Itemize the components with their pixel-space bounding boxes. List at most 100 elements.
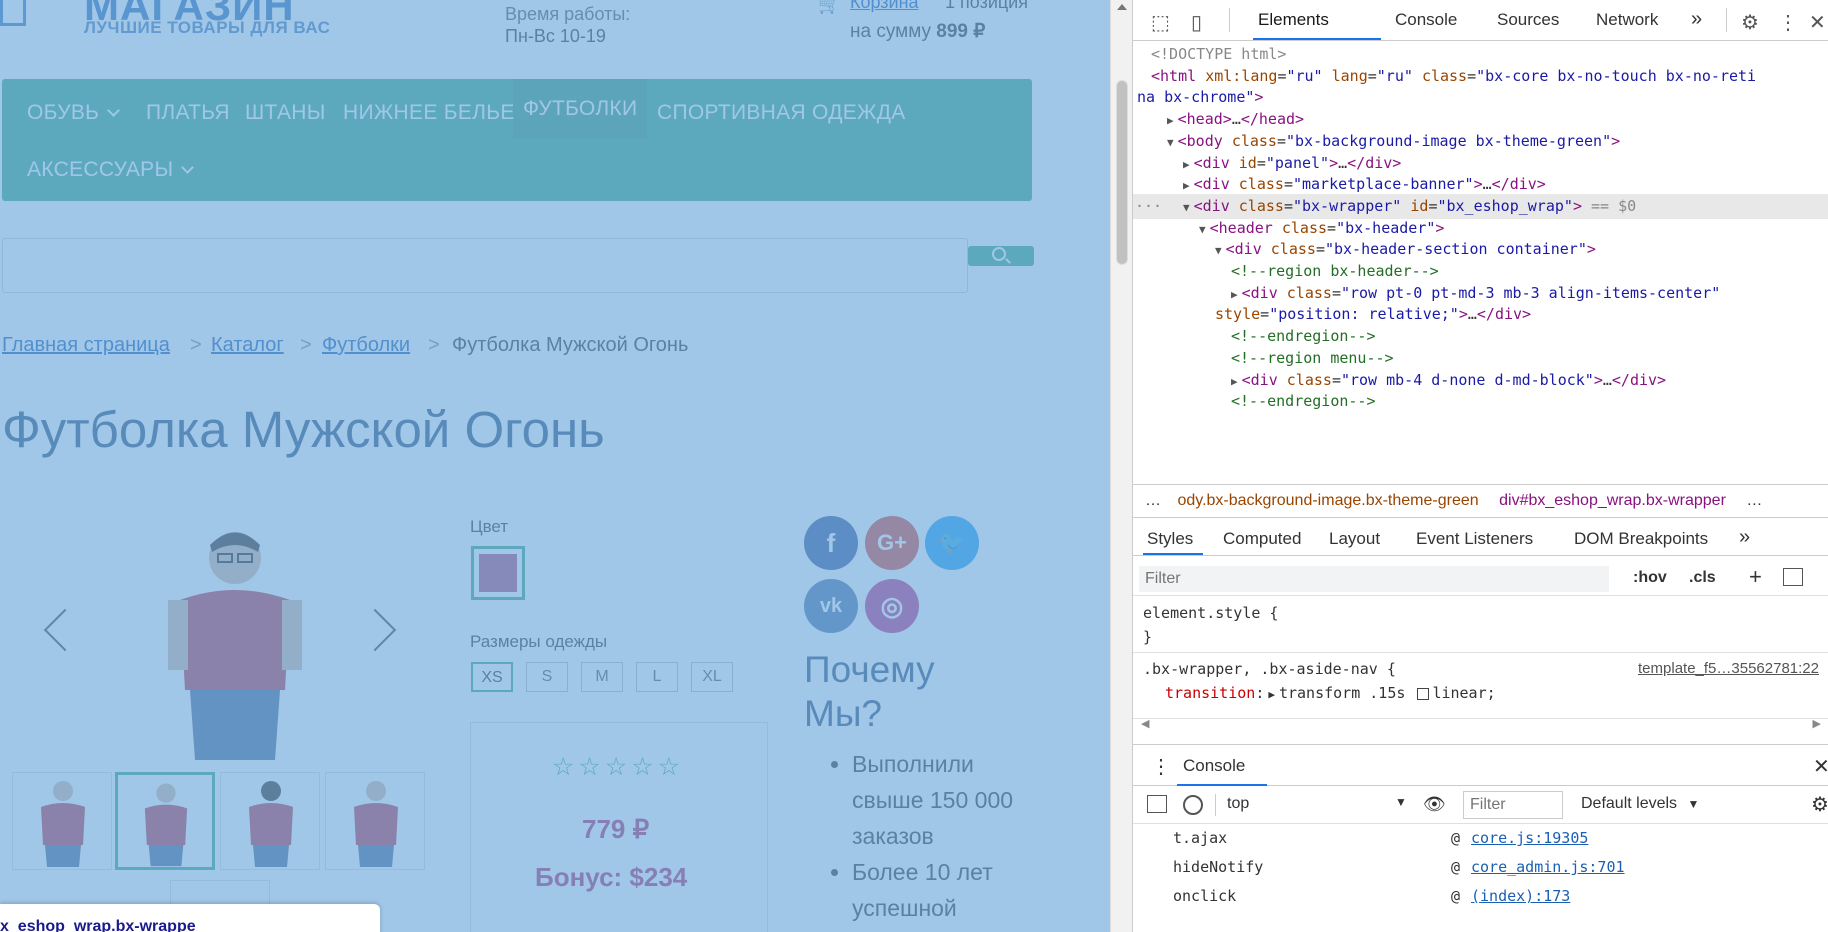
cart-icon[interactable]: 🛒 xyxy=(818,0,840,15)
expand-triangle-icon[interactable]: ▶ xyxy=(1231,288,1238,301)
styles-filter-input[interactable] xyxy=(1139,566,1609,592)
expand-triangle-icon[interactable]: ▶ xyxy=(1183,179,1190,192)
page-scrollbar[interactable] xyxy=(1110,0,1132,932)
more-options-icon[interactable]: ⋮ xyxy=(1778,10,1798,35)
expand-triangle-icon[interactable]: ▼ xyxy=(1183,201,1190,214)
expand-triangle-icon[interactable]: ▶ xyxy=(1268,688,1275,701)
devtools-panel: ⬚ ▯ Elements Console Sources Network » ⚙… xyxy=(1132,0,1828,932)
size-option-xl[interactable]: XL xyxy=(691,662,733,692)
size-option-m[interactable]: M xyxy=(581,662,623,692)
rating-stars[interactable]: ☆☆☆☆☆ xyxy=(552,752,684,782)
rule-declaration[interactable]: transition: ▶ transform .15s linear; xyxy=(1165,684,1496,702)
scrollbar-thumb[interactable] xyxy=(1116,80,1128,265)
menu-item-tshirts[interactable]: ФУТБОЛКИ xyxy=(513,79,648,139)
gallery-thumbnail[interactable] xyxy=(325,772,425,870)
breadcrumb-catalog[interactable]: Каталог xyxy=(211,334,284,357)
context-select[interactable]: top ▼ xyxy=(1227,795,1407,813)
menu-item-accessories[interactable]: АКСЕССУАРЫ xyxy=(27,158,195,182)
clear-console-icon[interactable] xyxy=(1183,795,1203,815)
tab-network[interactable]: Network xyxy=(1596,10,1658,30)
inspect-element-icon[interactable]: ⬚ xyxy=(1151,10,1170,35)
stack-source-link[interactable]: core_admin.js:701 xyxy=(1471,853,1625,882)
size-label: Размеры одежды xyxy=(470,632,608,651)
google-plus-icon[interactable]: G+ xyxy=(865,516,919,570)
twitter-icon[interactable]: 🐦 xyxy=(925,516,979,570)
scroll-up-icon[interactable] xyxy=(1117,4,1127,10)
more-tabs-icon[interactable]: » xyxy=(1739,526,1750,549)
close-icon[interactable]: ✕ xyxy=(1809,10,1826,35)
tab-elements[interactable]: Elements xyxy=(1258,10,1329,30)
chevron-down-icon xyxy=(181,161,195,174)
expand-triangle-icon[interactable]: ▼ xyxy=(1215,244,1222,257)
expand-triangle-icon[interactable]: ▶ xyxy=(1183,158,1190,171)
stack-source-link[interactable]: (index):173 xyxy=(1471,882,1570,911)
rule-selector[interactable]: .bx-wrapper, .bx-aside-nav { xyxy=(1143,660,1396,678)
color-label: Цвет xyxy=(470,517,509,536)
gear-icon[interactable]: ⚙ xyxy=(1811,792,1828,817)
size-option-s[interactable]: S xyxy=(526,662,568,692)
toggle-sidebar-icon[interactable] xyxy=(1783,568,1803,586)
tab-layout[interactable]: Layout xyxy=(1329,529,1380,549)
search-button[interactable] xyxy=(968,246,1034,266)
close-icon[interactable]: ✕ xyxy=(1813,754,1828,779)
menu-item-sportswear[interactable]: СПОРТИВНАЯ ОДЕЖДА xyxy=(657,101,906,125)
menu-item-pants[interactable]: ШТАНЫ xyxy=(245,101,326,125)
gallery-prev-icon[interactable] xyxy=(43,608,87,652)
cart-link[interactable]: Корзина xyxy=(850,0,919,13)
sidebar-toggle-icon[interactable] xyxy=(1147,795,1167,813)
expand-triangle-icon[interactable]: ▶ xyxy=(1231,375,1238,388)
menu-item-dresses[interactable]: ПЛАТЬЯ xyxy=(146,101,230,125)
gallery-next-icon[interactable] xyxy=(353,608,397,652)
element-style-selector[interactable]: element.style { xyxy=(1143,604,1278,622)
tab-event-listeners[interactable]: Event Listeners xyxy=(1416,529,1533,549)
tab-sources[interactable]: Sources xyxy=(1497,10,1559,30)
menu-item-shoes[interactable]: ОБУВЬ xyxy=(27,101,121,125)
gear-icon[interactable]: ⚙ xyxy=(1741,10,1759,35)
breadcrumb-body[interactable]: ody.bx-background-image.bx-theme-green xyxy=(1177,492,1478,509)
hov-toggle[interactable]: :hov xyxy=(1633,569,1667,587)
log-levels-select[interactable]: Default levels ▼ xyxy=(1581,795,1699,813)
console-filter-input[interactable] xyxy=(1463,791,1563,819)
color-swatch[interactable] xyxy=(471,546,525,600)
styles-hscrollbar[interactable]: ◀ ▶ xyxy=(1133,718,1828,732)
easing-editor-icon[interactable] xyxy=(1417,687,1430,700)
expand-triangle-icon[interactable]: ▶ xyxy=(1167,114,1174,127)
breadcrumb-more[interactable]: … xyxy=(1746,492,1762,509)
tab-dom-breakpoints[interactable]: DOM Breakpoints xyxy=(1574,529,1708,549)
tab-styles[interactable]: Styles xyxy=(1147,529,1193,549)
stack-function-name: onclick xyxy=(1173,887,1237,905)
tab-console[interactable]: Console xyxy=(1395,10,1457,30)
drawer-menu-icon[interactable]: ⋮ xyxy=(1151,754,1171,779)
gallery-thumbnail[interactable] xyxy=(220,772,320,870)
menu-item-underwear[interactable]: НИЖНЕЕ БЕЛЬЕ xyxy=(343,101,515,125)
search-input[interactable] xyxy=(2,238,968,293)
rule-source-link[interactable]: template_f5…35562781:22 xyxy=(1638,660,1819,677)
gallery-thumbnail[interactable] xyxy=(12,772,112,870)
breadcrumb-wrapper[interactable]: div#bx_eshop_wrap.bx-wrapper xyxy=(1499,492,1726,509)
vk-icon[interactable]: vk xyxy=(804,579,858,633)
dom-node-line[interactable]: <!--endregion--> xyxy=(1133,389,1828,414)
size-option-l[interactable]: L xyxy=(636,662,678,692)
cls-toggle[interactable]: .cls xyxy=(1689,569,1716,587)
breadcrumb-home[interactable]: Главная страница xyxy=(2,334,170,357)
devtools-toolbar: ⬚ ▯ Elements Console Sources Network » ⚙… xyxy=(1133,0,1828,41)
facebook-icon[interactable]: f xyxy=(804,516,858,570)
eye-icon[interactable]: 👁 xyxy=(1423,794,1446,815)
instagram-icon[interactable]: ◎ xyxy=(865,579,919,633)
tab-console-drawer[interactable]: Console xyxy=(1183,756,1245,776)
device-toolbar-icon[interactable]: ▯ xyxy=(1191,10,1202,35)
logo-icon[interactable] xyxy=(0,0,26,26)
cart-sum: на сумму 899 ₽ xyxy=(850,20,985,43)
add-rule-icon[interactable]: + xyxy=(1749,564,1762,590)
hours-label: Время работы: xyxy=(505,4,631,24)
list-item: Более 10 лет успешной xyxy=(852,854,1042,926)
breadcrumb-tshirts[interactable]: Футболки xyxy=(322,334,410,357)
more-tabs-icon[interactable]: » xyxy=(1691,8,1702,31)
breadcrumb-more[interactable]: … xyxy=(1145,492,1161,509)
tab-computed[interactable]: Computed xyxy=(1223,529,1301,549)
gallery-thumbnail[interactable] xyxy=(115,772,215,870)
expand-triangle-icon[interactable]: ▼ xyxy=(1199,223,1206,236)
size-option-xs[interactable]: XS xyxy=(471,662,513,692)
expand-triangle-icon[interactable]: ▼ xyxy=(1167,136,1174,149)
stack-source-link[interactable]: core.js:19305 xyxy=(1471,824,1588,853)
